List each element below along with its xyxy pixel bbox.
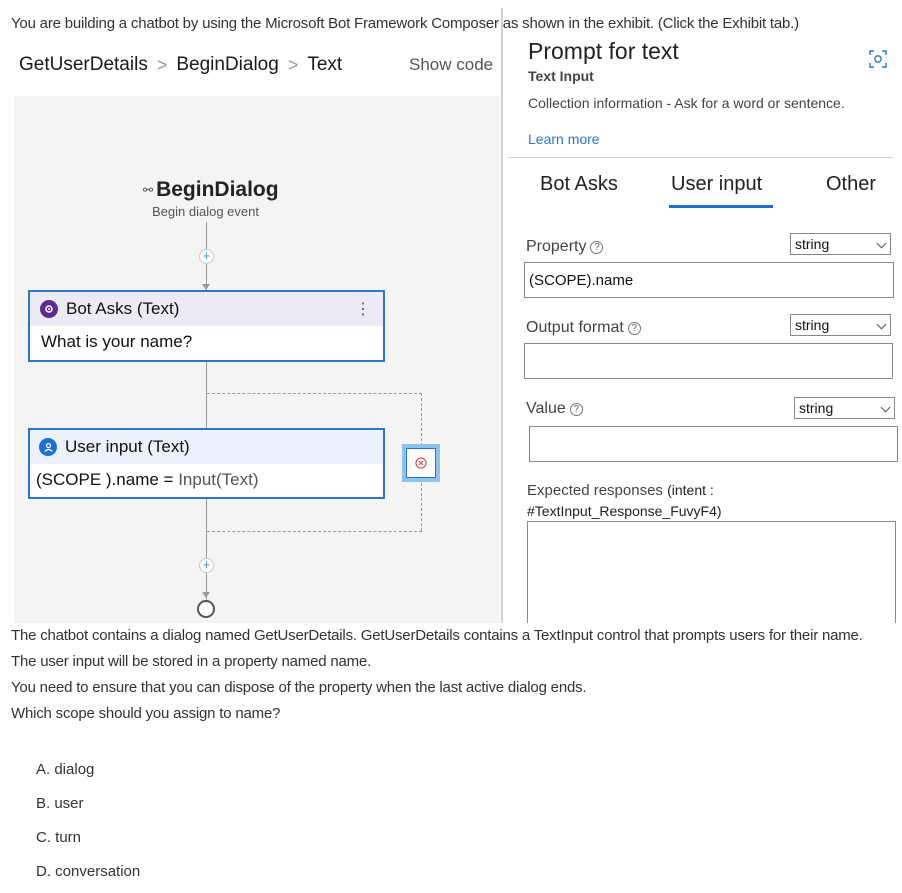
connector-line: [206, 362, 207, 428]
error-icon: [415, 457, 427, 469]
bot-asks-node[interactable]: Bot Asks (Text) ⋮ What is your name?: [28, 290, 385, 362]
user-input-header: User input (Text): [30, 430, 383, 464]
option-c[interactable]: C. turn: [36, 829, 81, 846]
loop-connector: [207, 531, 422, 532]
end-node-icon: [197, 600, 215, 618]
expected-responses-label: Expected responses (intent : #TextInput_…: [527, 482, 722, 519]
option-d[interactable]: D. conversation: [36, 863, 140, 880]
breadcrumb-separator: >: [156, 54, 168, 75]
show-code-button[interactable]: Show code: [409, 55, 493, 75]
breadcrumb-item-getuserdetails[interactable]: GetUserDetails: [19, 54, 148, 76]
begin-dialog-trigger[interactable]: ⚯ BeginDialog: [143, 178, 279, 202]
panel-divider: [508, 157, 893, 158]
output-format-type-select[interactable]: string: [790, 314, 891, 336]
begin-dialog-title: BeginDialog: [156, 178, 279, 201]
bot-asks-title: Bot Asks (Text): [66, 299, 180, 318]
question-line: The user input will be stored in a prope…: [11, 653, 372, 670]
bot-asks-prompt: What is your name?: [41, 332, 193, 351]
assignment-value: Input(Text): [178, 470, 259, 489]
help-icon[interactable]: ?: [627, 322, 641, 335]
user-icon: [39, 438, 57, 456]
focus-view-icon[interactable]: [867, 48, 889, 70]
assignment-operator: =: [158, 470, 179, 489]
value-label: Value?: [526, 400, 583, 418]
learn-more-link[interactable]: Learn more: [528, 131, 600, 147]
panel-subtitle: Text Input: [528, 68, 594, 84]
user-input-assignment: (SCOPE ).name = Input(Text): [30, 464, 383, 496]
panel-description: Collection information - Ask for a word …: [528, 95, 845, 111]
option-b[interactable]: B. user: [36, 795, 84, 812]
panel-divider: [501, 8, 503, 623]
chevron-down-icon: [876, 238, 887, 249]
bot-asks-icon: [40, 300, 58, 318]
trigger-icon: ⚯: [143, 183, 154, 197]
question-intro: You are building a chatbot by using the …: [11, 15, 799, 32]
active-tab-indicator: [669, 205, 773, 208]
tab-user-input[interactable]: User input: [671, 173, 762, 196]
assignment-property: (SCOPE ).name: [36, 470, 159, 489]
connector-line: [206, 499, 207, 600]
intent-name: #TextInput_Response_FuvyF4): [527, 503, 722, 519]
tab-bot-asks[interactable]: Bot Asks: [540, 173, 618, 196]
bot-asks-header: Bot Asks (Text): [30, 292, 383, 326]
arrow-down-icon: [202, 592, 210, 598]
question-line: The chatbot contains a dialog named GetU…: [11, 627, 863, 644]
value-type-select[interactable]: string: [794, 397, 895, 419]
chevron-down-icon: [876, 319, 887, 330]
user-input-title: User input (Text): [65, 437, 190, 456]
property-input[interactable]: (SCOPE).name: [524, 262, 894, 298]
tab-other[interactable]: Other: [826, 173, 876, 196]
chevron-down-icon: [880, 402, 891, 413]
breadcrumb-item-begindialog[interactable]: BeginDialog: [176, 54, 278, 76]
expected-responses-editor[interactable]: [527, 521, 896, 623]
validation-node[interactable]: [402, 444, 440, 482]
question-line: Which scope should you assign to name?: [11, 705, 281, 722]
property-type-select[interactable]: string: [790, 233, 891, 255]
output-format-input[interactable]: [524, 343, 893, 379]
help-icon[interactable]: ?: [569, 403, 583, 416]
value-input[interactable]: [529, 426, 898, 462]
add-action-icon[interactable]: +: [199, 249, 214, 264]
panel-title: Prompt for text: [528, 38, 679, 64]
user-input-node[interactable]: User input (Text) (SCOPE ).name = Input(…: [28, 428, 385, 499]
property-label: Property?: [526, 238, 604, 256]
question-line: You need to ensure that you can dispose …: [11, 679, 587, 696]
breadcrumb-item-text[interactable]: Text: [307, 54, 342, 76]
breadcrumb: GetUserDetails > BeginDialog > Text: [19, 54, 342, 76]
breadcrumb-separator: >: [287, 54, 299, 75]
more-options-icon[interactable]: ⋮: [355, 299, 371, 319]
output-format-label: Output format?: [526, 319, 641, 337]
help-icon[interactable]: ?: [590, 241, 604, 254]
begin-dialog-subtitle: Begin dialog event: [152, 204, 259, 219]
add-action-icon[interactable]: +: [199, 558, 214, 573]
option-a[interactable]: A. dialog: [36, 761, 94, 778]
loop-connector: [207, 393, 422, 394]
